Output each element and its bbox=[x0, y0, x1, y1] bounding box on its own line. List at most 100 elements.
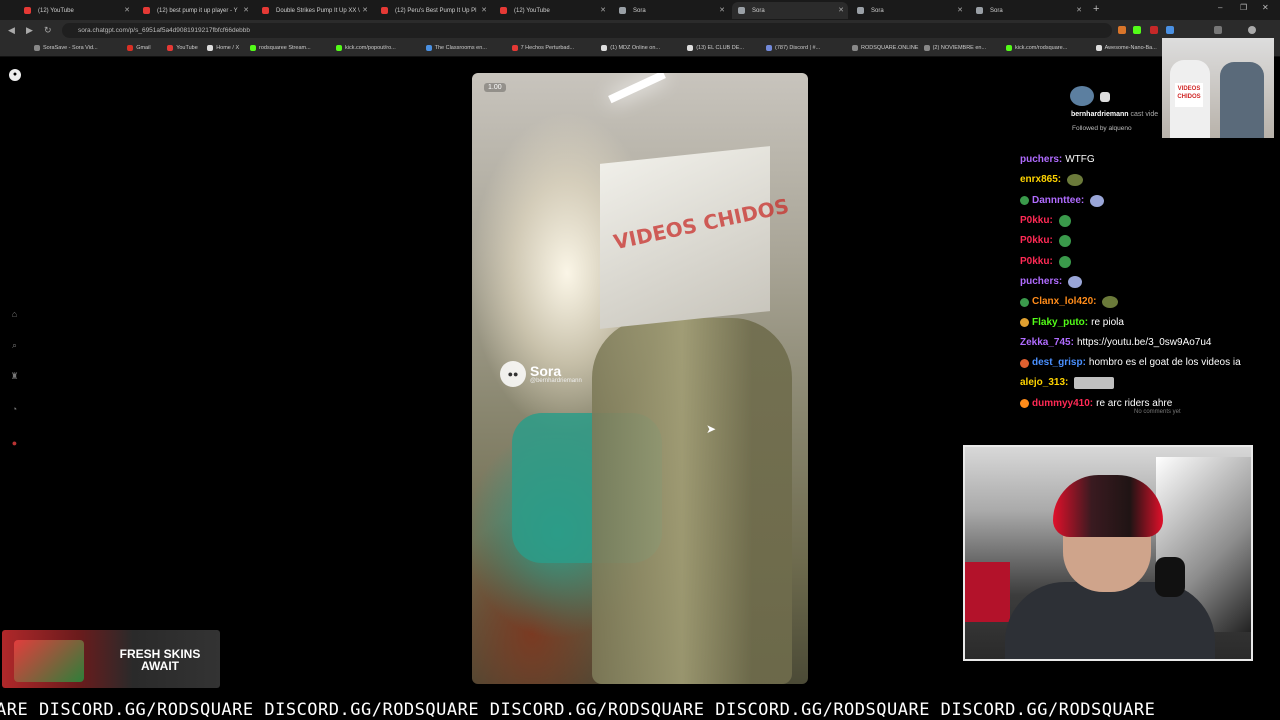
chat-username[interactable]: dest_grisp: bbox=[1032, 356, 1086, 370]
browser-tab[interactable]: (12) Peru's Best Pump It Up Pl ✕ bbox=[375, 2, 491, 19]
back-icon[interactable]: ◀ bbox=[8, 25, 15, 36]
close-tab-icon[interactable]: ✕ bbox=[719, 6, 725, 14]
bookmark-item[interactable]: (13) EL CLUB DE... bbox=[687, 45, 744, 51]
avatar-icon[interactable]: ● bbox=[9, 438, 20, 449]
bookmark-label: YouTube bbox=[176, 45, 198, 51]
close-tab-icon[interactable]: ✕ bbox=[481, 6, 487, 14]
chat-username[interactable]: P0kku: bbox=[1020, 234, 1053, 248]
tab-title: Sora bbox=[871, 7, 884, 14]
bookmark-item[interactable]: kick.com/rodsquare... bbox=[1006, 45, 1067, 51]
profile-avatar-icon[interactable] bbox=[1248, 26, 1256, 34]
browser-tab[interactable]: Double Strikes Pump It Up XX \ ✕ bbox=[256, 2, 372, 19]
close-tab-icon[interactable]: ✕ bbox=[957, 6, 963, 14]
mouse-cursor-icon: ➤ bbox=[706, 422, 717, 436]
bookmark-label: 7 Hechos Perturbad... bbox=[520, 45, 575, 51]
close-tab-icon[interactable]: ✕ bbox=[243, 6, 249, 14]
chat-username[interactable]: enrx865: bbox=[1020, 173, 1061, 187]
browser-tab[interactable]: Sora ✕ bbox=[970, 2, 1086, 19]
extension-icon[interactable] bbox=[1133, 26, 1141, 34]
close-tab-icon[interactable]: ✕ bbox=[362, 6, 368, 14]
browser-tab[interactable]: (12) YouTube ✕ bbox=[494, 2, 610, 19]
chat-username[interactable]: Flaky_puto: bbox=[1032, 316, 1088, 330]
bookmark-item[interactable]: rodsquaree Stream... bbox=[250, 45, 311, 51]
new-tab-button[interactable]: + bbox=[1093, 3, 1099, 15]
reload-icon[interactable]: ↻ bbox=[44, 25, 52, 36]
search-icon[interactable]: ⌕ bbox=[9, 340, 20, 351]
red-cloth bbox=[965, 562, 1010, 622]
follow-icon[interactable] bbox=[1100, 92, 1110, 102]
chat-badge-icon bbox=[1020, 196, 1029, 206]
author-avatar[interactable] bbox=[1070, 86, 1094, 106]
chat-emote-icon bbox=[1067, 174, 1084, 187]
chat-text: WTFG bbox=[1065, 154, 1095, 166]
bookmark-item[interactable]: RODSQUARE.ONLINE bbox=[852, 45, 918, 51]
browser-tab[interactable]: Sora ✕ bbox=[613, 2, 729, 19]
close-tab-icon[interactable]: ✕ bbox=[124, 6, 130, 14]
video-player[interactable]: VIDEOS CHIDOS 1.00 ●● Sora @bernhardriem… bbox=[472, 73, 808, 684]
home-icon[interactable]: ⌂ bbox=[9, 309, 20, 320]
browser-tab[interactable]: (12) best pump it up player - Y ✕ bbox=[137, 2, 253, 19]
bookmark-favicon-icon bbox=[687, 45, 694, 51]
browser-tab[interactable]: Sora ✕ bbox=[851, 2, 967, 19]
chat-username[interactable]: P0kku: bbox=[1020, 255, 1053, 269]
bookmark-item[interactable]: kick.com/popout/ro... bbox=[336, 45, 396, 51]
bookmark-item[interactable]: Awesome-Nano-Ba... bbox=[1095, 45, 1157, 51]
bell-icon[interactable]: ◔ bbox=[9, 404, 20, 415]
meme-overlay-image: VIDEOS CHIDOS bbox=[1162, 38, 1274, 138]
chat-username[interactable]: alejo_313: bbox=[1020, 376, 1068, 390]
chat-emote-icon bbox=[1074, 377, 1115, 390]
browser-tab[interactable]: (12) YouTube ✕ bbox=[18, 2, 134, 19]
extension-icon[interactable] bbox=[1150, 26, 1158, 34]
browser-tab[interactable]: Sora ✕ bbox=[732, 2, 848, 19]
bookmark-item[interactable]: 7 Hechos Perturbad... bbox=[511, 45, 575, 51]
trophy-icon[interactable]: ♜ bbox=[9, 371, 20, 382]
close-tab-icon[interactable]: ✕ bbox=[838, 6, 844, 14]
chat-username[interactable]: Dannnttee: bbox=[1032, 194, 1084, 208]
chat-message: Dannnttee: bbox=[1020, 191, 1280, 211]
chat-badge-icon bbox=[1020, 399, 1029, 409]
minimize-icon[interactable]: – bbox=[1218, 3, 1222, 12]
bookmark-favicon-icon bbox=[1006, 45, 1012, 51]
bookmark-favicon-icon bbox=[34, 45, 40, 51]
bookmark-item[interactable]: (2) NOVIEMBRE en... bbox=[923, 45, 986, 51]
author-name[interactable]: bernhardriemann bbox=[1071, 111, 1129, 118]
sora-logo-icon[interactable]: ● bbox=[9, 69, 21, 81]
forward-icon[interactable]: ▶ bbox=[26, 25, 33, 36]
tab-title: Sora bbox=[752, 7, 765, 14]
bookmark-item[interactable]: YouTube bbox=[167, 45, 198, 51]
bookmark-item[interactable]: The Classrooms en... bbox=[425, 45, 487, 51]
bookmark-item[interactable]: (1) MDZ Online on... bbox=[601, 45, 660, 51]
youtube-icon bbox=[262, 7, 269, 14]
bookmark-item[interactable]: (787) Discord | #... bbox=[766, 45, 820, 51]
ad-banner[interactable]: FRESH SKINS AWAIT bbox=[2, 630, 220, 688]
extension-icon[interactable] bbox=[1118, 26, 1126, 34]
maximize-icon[interactable]: ❐ bbox=[1240, 3, 1247, 12]
bookmark-item[interactable]: Gmail bbox=[127, 45, 151, 51]
chat-username[interactable]: P0kku: bbox=[1020, 214, 1053, 228]
bookmark-favicon-icon bbox=[167, 45, 174, 51]
close-window-icon[interactable]: ✕ bbox=[1262, 3, 1269, 12]
chat-username[interactable]: Zekka_745: bbox=[1020, 336, 1074, 350]
extension-icon[interactable] bbox=[1166, 26, 1174, 34]
stream-chat: puchers: WTFG enrx865: Dannnttee: P0kku: P0kk… bbox=[1020, 150, 1280, 414]
bookmark-label: rodsquaree Stream... bbox=[259, 45, 311, 51]
bookmark-item[interactable]: SoraSave - Sora Vid... bbox=[34, 45, 98, 51]
close-tab-icon[interactable]: ✕ bbox=[600, 6, 606, 14]
watermark-name: Sora bbox=[530, 363, 562, 379]
chat-username[interactable]: Clanx_lol420: bbox=[1032, 295, 1096, 309]
streamer-webcam bbox=[963, 445, 1253, 661]
no-comments-text: No comments yet bbox=[1134, 409, 1181, 415]
overlay-sign: VIDEOS CHIDOS bbox=[1175, 83, 1203, 107]
chat-username[interactable]: puchers: bbox=[1020, 153, 1062, 167]
chat-emote-icon bbox=[1058, 255, 1071, 268]
bookmark-favicon-icon bbox=[127, 45, 134, 51]
download-icon[interactable] bbox=[1214, 26, 1222, 34]
tab-title: (12) YouTube bbox=[38, 7, 74, 14]
chat-username[interactable]: puchers: bbox=[1020, 275, 1062, 289]
chat-username[interactable]: dummyy410: bbox=[1032, 397, 1093, 411]
bookmark-item[interactable]: Home / X bbox=[207, 45, 239, 51]
ticker-text: ARE DISCORD.GG/RODSQUARE DISCORD.GG/RODS… bbox=[0, 700, 1156, 720]
bookmark-label: (1) MDZ Online on... bbox=[610, 45, 661, 51]
url-input[interactable]: sora.chatgpt.com/p/s_6951af5a4d908191921… bbox=[62, 23, 1112, 38]
close-tab-icon[interactable]: ✕ bbox=[1076, 6, 1082, 14]
